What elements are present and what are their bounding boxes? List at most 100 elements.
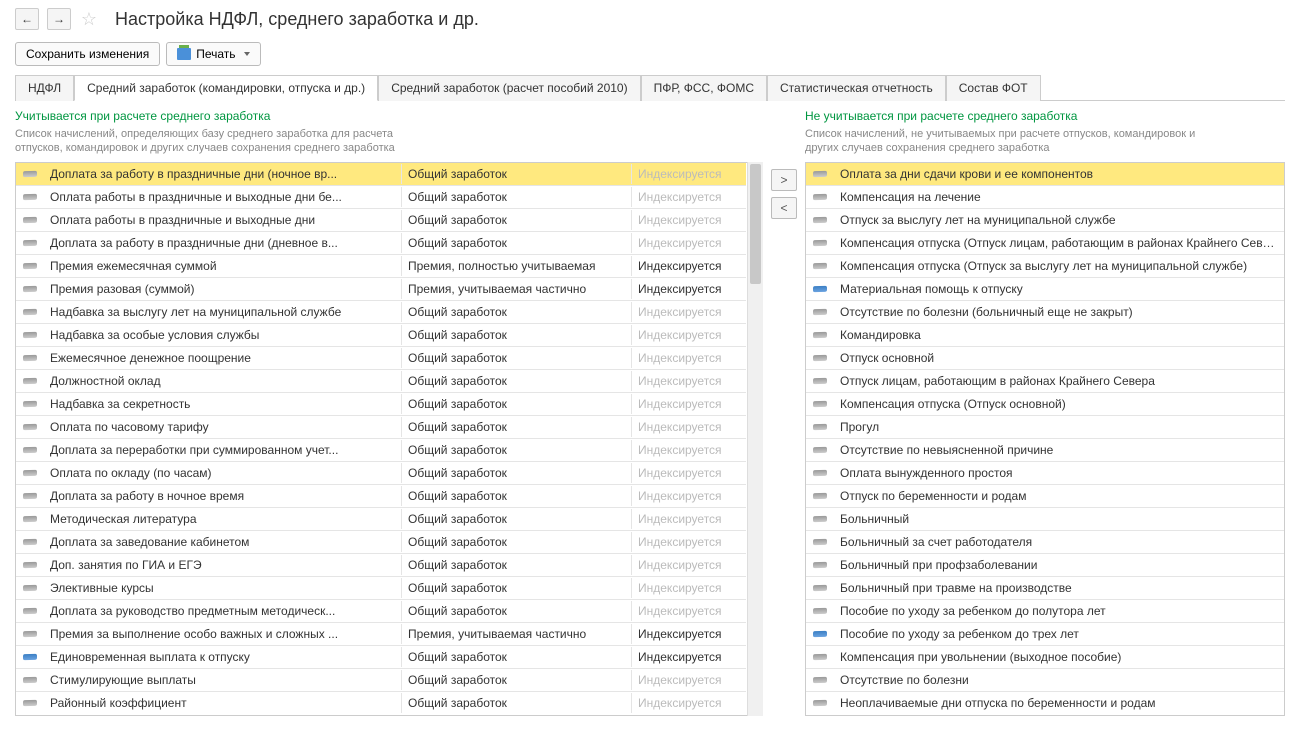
tab-1[interactable]: Средний заработок (командировки, отпуска… — [74, 75, 378, 101]
table-row[interactable]: Доплата за руководство предметным методи… — [16, 600, 746, 623]
table-row[interactable]: Больничный за счет работодателя — [806, 531, 1284, 554]
table-row[interactable]: Компенсация на лечение — [806, 186, 1284, 209]
table-row[interactable]: Отпуск лицам, работающим в районах Крайн… — [806, 370, 1284, 393]
move-right-button[interactable]: > — [771, 169, 797, 191]
table-row[interactable]: Надбавка за особые условия службыОбщий з… — [16, 324, 746, 347]
row-index: Индексируется — [631, 348, 746, 368]
row-icon — [806, 677, 834, 683]
table-row[interactable]: Оплата по часовому тарифуОбщий заработок… — [16, 416, 746, 439]
table-row[interactable]: Элективные курсыОбщий заработокИндексиру… — [16, 577, 746, 600]
table-row[interactable]: Оплата работы в праздничные и выходные д… — [16, 209, 746, 232]
row-type: Общий заработок — [401, 394, 631, 414]
row-type: Премия, учитываемая частично — [401, 279, 631, 299]
table-row[interactable]: Оплата по окладу (по часам)Общий заработ… — [16, 462, 746, 485]
row-icon — [806, 355, 834, 361]
table-row[interactable]: Должностной окладОбщий заработокИндексир… — [16, 370, 746, 393]
table-row[interactable]: Оплата вынужденного простоя — [806, 462, 1284, 485]
row-name: Отпуск основной — [834, 348, 1284, 368]
row-icon — [16, 240, 44, 246]
tab-0[interactable]: НДФЛ — [15, 75, 74, 101]
table-row[interactable]: Стимулирующие выплатыОбщий заработокИнде… — [16, 669, 746, 692]
table-row[interactable]: Компенсация при увольнении (выходное пос… — [806, 646, 1284, 669]
nav-back-button[interactable]: ← — [15, 8, 39, 30]
move-left-button[interactable]: < — [771, 197, 797, 219]
row-icon — [806, 608, 834, 614]
table-row[interactable]: Больничный при профзаболевании — [806, 554, 1284, 577]
row-icon — [16, 332, 44, 338]
row-icon — [806, 194, 834, 200]
table-row[interactable]: Прогул — [806, 416, 1284, 439]
row-name: Стимулирующие выплаты — [44, 670, 401, 690]
table-row[interactable]: Премия за выполнение особо важных и слож… — [16, 623, 746, 646]
row-type: Общий заработок — [401, 440, 631, 460]
tab-3[interactable]: ПФР, ФСС, ФОМС — [641, 75, 767, 101]
table-row[interactable]: Отсутствие по болезни — [806, 669, 1284, 692]
table-row[interactable]: Доплата за работу в ночное времяОбщий за… — [16, 485, 746, 508]
row-name: Надбавка за секретность — [44, 394, 401, 414]
row-icon — [16, 677, 44, 683]
table-row[interactable]: Больничный при травме на производстве — [806, 577, 1284, 600]
table-row[interactable]: Районный коэффициентОбщий заработокИндек… — [16, 692, 746, 715]
table-row[interactable]: Доплата за заведование кабинетомОбщий за… — [16, 531, 746, 554]
save-button[interactable]: Сохранить изменения — [15, 42, 160, 66]
table-row[interactable]: Оплата за дни сдачи крови и ее компонент… — [806, 163, 1284, 186]
table-row[interactable]: Доплата за работу в праздничные дни (ноч… — [16, 163, 746, 186]
table-row[interactable]: Компенсация отпуска (Отпуск за выслугу л… — [806, 255, 1284, 278]
table-row[interactable]: Доп. занятия по ГИА и ЕГЭОбщий заработок… — [16, 554, 746, 577]
row-index: Индексируется — [631, 670, 746, 690]
row-name: Компенсация отпуска (Отпуск за выслугу л… — [834, 256, 1284, 276]
tab-2[interactable]: Средний заработок (расчет пособий 2010) — [378, 75, 640, 101]
row-icon — [16, 493, 44, 499]
row-icon — [806, 424, 834, 430]
table-row[interactable]: Больничный — [806, 508, 1284, 531]
table-row[interactable]: Материальная помощь к отпуску — [806, 278, 1284, 301]
row-name: Доплата за работу в праздничные дни (ноч… — [44, 164, 401, 184]
favorite-icon[interactable]: ☆ — [79, 9, 99, 29]
table-row[interactable]: Единовременная выплата к отпускуОбщий за… — [16, 646, 746, 669]
table-row[interactable]: Отпуск за выслугу лет на муниципальной с… — [806, 209, 1284, 232]
scrollbar[interactable] — [747, 162, 763, 716]
table-row[interactable]: Отпуск основной — [806, 347, 1284, 370]
row-icon — [806, 493, 834, 499]
row-icon — [16, 194, 44, 200]
table-row[interactable]: Премия разовая (суммой)Премия, учитываем… — [16, 278, 746, 301]
left-table: Доплата за работу в праздничные дни (ноч… — [15, 162, 763, 716]
print-button[interactable]: Печать — [166, 42, 260, 66]
table-row[interactable]: Пособие по уходу за ребенком до полутора… — [806, 600, 1284, 623]
row-icon — [806, 585, 834, 591]
row-type: Общий заработок — [401, 233, 631, 253]
row-name: Больничный при профзаболевании — [834, 555, 1284, 575]
tab-4[interactable]: Статистическая отчетность — [767, 75, 946, 101]
row-name: Премия разовая (суммой) — [44, 279, 401, 299]
table-row[interactable]: Доплата за переработки при суммированном… — [16, 439, 746, 462]
table-row[interactable]: Пособие по уходу за ребенком до трех лет — [806, 623, 1284, 646]
row-name: Пособие по уходу за ребенком до трех лет — [834, 624, 1284, 644]
row-index: Индексируется — [631, 187, 746, 207]
table-row[interactable]: Надбавка за выслугу лет на муниципальной… — [16, 301, 746, 324]
table-row[interactable]: Отпуск по беременности и родам — [806, 485, 1284, 508]
table-row[interactable]: Неоплачиваемые дни отпуска по беременнос… — [806, 692, 1284, 715]
table-row[interactable]: Компенсация отпуска (Отпуск основной) — [806, 393, 1284, 416]
tab-5[interactable]: Состав ФОТ — [946, 75, 1041, 101]
table-row[interactable]: Отсутствие по невыясненной причине — [806, 439, 1284, 462]
row-icon — [16, 286, 44, 292]
table-row[interactable]: Надбавка за секретностьОбщий заработокИн… — [16, 393, 746, 416]
row-type: Общий заработок — [401, 302, 631, 322]
row-type: Общий заработок — [401, 417, 631, 437]
page-title: Настройка НДФЛ, среднего заработка и др. — [115, 9, 479, 30]
table-row[interactable]: Премия ежемесячная суммойПремия, полност… — [16, 255, 746, 278]
table-row[interactable]: Ежемесячное денежное поощрениеОбщий зара… — [16, 347, 746, 370]
row-type: Общий заработок — [401, 210, 631, 230]
table-row[interactable]: Компенсация отпуска (Отпуск лицам, работ… — [806, 232, 1284, 255]
row-index: Индексируется — [631, 302, 746, 322]
table-row[interactable]: Методическая литератураОбщий заработокИн… — [16, 508, 746, 531]
row-name: Пособие по уходу за ребенком до полутора… — [834, 601, 1284, 621]
row-name: Оплата вынужденного простоя — [834, 463, 1284, 483]
table-row[interactable]: Доплата за работу в праздничные дни (дне… — [16, 232, 746, 255]
scroll-thumb[interactable] — [750, 164, 761, 284]
nav-forward-button[interactable]: → — [47, 8, 71, 30]
table-row[interactable]: Оплата работы в праздничные и выходные д… — [16, 186, 746, 209]
table-row[interactable]: Отсутствие по болезни (больничный еще не… — [806, 301, 1284, 324]
row-icon — [806, 401, 834, 407]
table-row[interactable]: Командировка — [806, 324, 1284, 347]
